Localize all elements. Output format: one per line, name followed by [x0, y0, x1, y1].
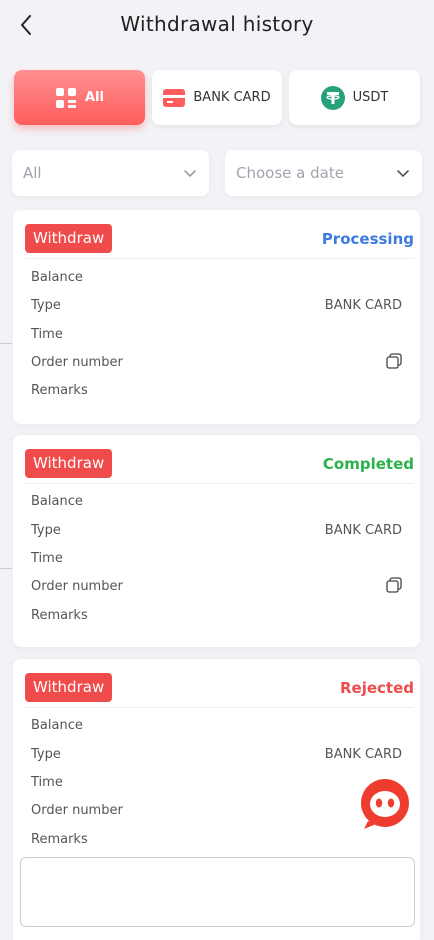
time-row: Time [31, 775, 402, 795]
balance-row: Balance [31, 718, 402, 738]
date-filter-placeholder: Choose a date [236, 164, 344, 182]
withdraw-record-card: Withdraw Processing Balance Type BANK CA… [13, 210, 420, 424]
time-label: Time [31, 775, 63, 790]
withdraw-badge: Withdraw [25, 449, 113, 478]
type-label: Type [31, 298, 61, 313]
tab-bank-card[interactable]: BANK CARD [152, 70, 282, 125]
type-filter-select[interactable]: All [12, 150, 209, 196]
order-number-label: Order number [31, 355, 123, 370]
balance-label: Balance [31, 270, 83, 285]
time-row: Time [31, 551, 402, 571]
order-number-row: Order number [31, 803, 402, 823]
time-row: Time [31, 327, 402, 347]
type-row: Type BANK CARD [31, 747, 402, 767]
balance-label: Balance [31, 494, 83, 509]
divider [25, 258, 414, 259]
withdraw-record-card: Withdraw Completed Balance Type BANK CAR… [13, 435, 420, 647]
edge-divider [0, 343, 12, 344]
order-number-row: Order number [31, 353, 402, 375]
date-filter-select[interactable]: Choose a date [225, 150, 422, 196]
withdraw-badge: Withdraw [25, 224, 113, 253]
remarks-label: Remarks [31, 608, 88, 623]
type-row: Type BANK CARD [31, 523, 402, 543]
order-number-label: Order number [31, 579, 123, 594]
divider [25, 707, 414, 708]
remarks-textarea[interactable] [20, 857, 415, 927]
withdraw-badge: Withdraw [25, 673, 113, 702]
type-label: Type [31, 523, 61, 538]
type-filter-value: All [23, 164, 42, 182]
balance-row: Balance [31, 494, 402, 514]
type-value: BANK CARD [324, 523, 402, 538]
tab-all[interactable]: All [14, 70, 145, 125]
status-completed: Completed [322, 455, 414, 473]
header: Withdrawal history [0, 0, 434, 52]
copy-icon[interactable] [386, 353, 402, 373]
divider [25, 483, 414, 484]
remarks-label: Remarks [31, 383, 88, 398]
order-number-label: Order number [31, 803, 123, 818]
remarks-row: Remarks [31, 383, 402, 403]
tether-icon [320, 85, 345, 110]
tab-usdt[interactable]: USDT [289, 70, 420, 125]
edge-divider [0, 568, 12, 569]
tab-usdt-label: USDT [352, 90, 389, 105]
remarks-row: Remarks [31, 608, 402, 628]
tab-bank-card-label: BANK CARD [193, 90, 271, 105]
type-label: Type [31, 747, 61, 762]
time-label: Time [31, 551, 63, 566]
status-processing: Processing [321, 230, 414, 248]
type-row: Type BANK CARD [31, 298, 402, 318]
tab-all-label: All [85, 90, 104, 105]
chevron-down-icon [183, 165, 197, 184]
time-label: Time [31, 327, 63, 342]
balance-label: Balance [31, 718, 83, 733]
customer-service-icon[interactable] [358, 777, 412, 831]
grid-list-icon [55, 87, 77, 109]
remarks-label: Remarks [31, 832, 88, 847]
status-rejected: Rejected [339, 679, 414, 697]
chevron-down-icon [396, 165, 410, 184]
order-number-row: Order number [31, 577, 402, 599]
remarks-row: Remarks [31, 832, 402, 852]
copy-icon[interactable] [386, 577, 402, 597]
page-title: Withdrawal history [120, 12, 314, 36]
bank-card-icon [163, 88, 186, 107]
type-value: BANK CARD [324, 747, 402, 762]
balance-row: Balance [31, 270, 402, 290]
type-value: BANK CARD [324, 298, 402, 313]
